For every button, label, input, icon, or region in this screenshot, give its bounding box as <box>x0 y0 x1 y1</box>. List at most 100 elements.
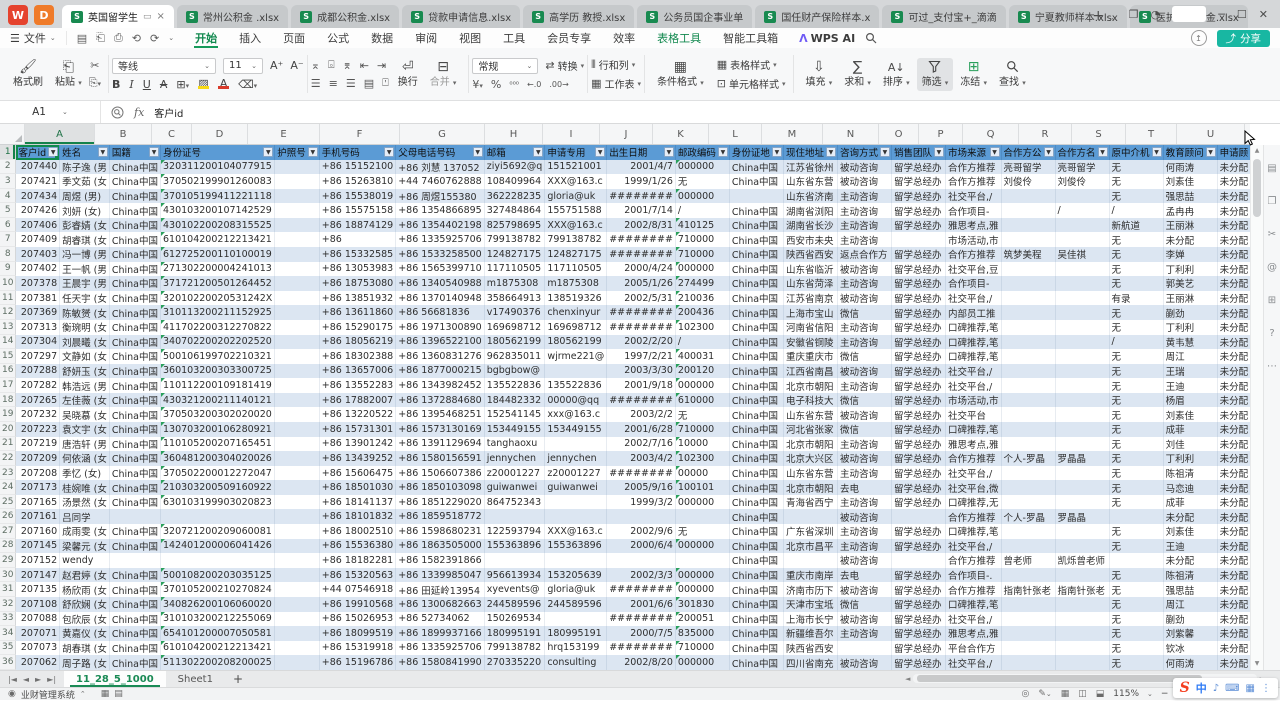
cell-Q7[interactable] <box>1002 232 1056 247</box>
document-tab[interactable]: S贷款申请信息.xlsx <box>402 5 520 28</box>
cell-P16[interactable]: 社交平台,/ <box>946 364 1002 379</box>
cell-F7[interactable]: +86 <box>320 232 396 247</box>
italic-button[interactable]: I <box>129 78 133 91</box>
cell-M19[interactable]: 山东省东营 <box>784 407 838 422</box>
cell-C16[interactable]: China中国 <box>110 364 161 379</box>
menu-item-视图[interactable]: 视图 <box>448 28 492 48</box>
cell-B28[interactable]: 梁馨元 (女 <box>60 539 110 554</box>
cell-H15[interactable]: 962835011 <box>485 349 546 364</box>
cell-B33[interactable]: 包欣辰 (女 <box>60 612 110 627</box>
column-header-A[interactable]: A <box>25 124 95 144</box>
cell-I34[interactable]: 180995191 <box>545 626 607 641</box>
filter-dropdown-icon[interactable]: ▼ <box>990 147 1000 157</box>
cell-U14[interactable]: 未分配 <box>1218 335 1250 350</box>
formula-search-icon[interactable] <box>111 106 124 119</box>
cell-R10[interactable] <box>1056 276 1110 291</box>
cell-D28[interactable]: 142401200006041426 <box>161 539 275 554</box>
cell-U17[interactable]: 未分配 <box>1218 378 1250 393</box>
cell-S14[interactable]: / <box>1110 335 1164 350</box>
underline-button[interactable]: U <box>143 78 151 91</box>
cell-U34[interactable]: 未分配 <box>1218 626 1250 641</box>
cell-P19[interactable]: 社交平台 <box>946 407 1002 422</box>
cell-S20[interactable]: 无 <box>1110 422 1164 437</box>
cell-S25[interactable]: 无 <box>1110 495 1164 510</box>
cell-L16[interactable]: China中国 <box>730 364 784 379</box>
cell-O33[interactable]: 留学总经办 <box>892 612 946 627</box>
cell-P33[interactable]: 社交平台,/ <box>946 612 1002 627</box>
cell-G13[interactable]: +86 1971300890 <box>396 320 485 335</box>
cell-F9[interactable]: +86 13053983 <box>320 262 396 277</box>
cell-H26[interactable] <box>485 509 546 524</box>
cell-C9[interactable]: China中国 <box>110 262 161 277</box>
cell-E35[interactable] <box>275 641 320 656</box>
cell-N14[interactable]: 主动咨询 <box>838 335 892 350</box>
row-header-27[interactable]: 27 <box>0 524 16 539</box>
cell-S23[interactable]: 无 <box>1110 466 1164 481</box>
cell-U25[interactable]: 未分配 <box>1218 495 1250 510</box>
cell-F29[interactable]: +86 18182281 <box>320 553 396 568</box>
cell-H4[interactable]: 362228235 <box>485 189 546 204</box>
row-header-18[interactable]: 18 <box>0 393 16 408</box>
cell-T17[interactable]: 王迪 <box>1164 378 1218 393</box>
decrease-decimal-icon[interactable]: .00→ <box>549 80 568 89</box>
row-header-7[interactable]: 7 <box>0 232 16 247</box>
increase-decimal-icon[interactable]: ←.0 <box>527 80 541 89</box>
cell-H14[interactable]: 180562199 <box>485 335 546 350</box>
cell-G5[interactable]: +86 1354866895 <box>396 203 485 218</box>
undo-icon[interactable]: ⟲ <box>132 32 141 45</box>
document-tab[interactable]: S高学历 教授.xlsx <box>523 5 634 28</box>
cell-J31[interactable]: ######## <box>607 582 676 597</box>
cell-O11[interactable]: 留学总经办 <box>892 291 946 306</box>
cell-F8[interactable]: +86 15332585 <box>320 247 396 262</box>
cell-H13[interactable]: 169698712 <box>485 320 546 335</box>
cell-B16[interactable]: 舒妍玉 (女 <box>60 364 110 379</box>
cell-K35[interactable]: 710000 <box>676 641 730 656</box>
select-all-corner[interactable] <box>0 124 25 144</box>
cell-B29[interactable]: wendy <box>60 553 110 568</box>
cell-C24[interactable]: China中国 <box>110 480 161 495</box>
cell-O3[interactable]: 留学总经办 <box>892 174 946 189</box>
column-header-C[interactable]: C <box>152 124 192 144</box>
cell-O4[interactable]: 留学总经办 <box>892 189 946 204</box>
cell-J33[interactable]: ######## <box>607 612 676 627</box>
cell-E25[interactable] <box>275 495 320 510</box>
cell-U8[interactable]: 未分配 <box>1218 247 1250 262</box>
menu-item-工具[interactable]: 工具 <box>492 28 536 48</box>
cell-H29[interactable] <box>485 553 546 568</box>
cell-Q25[interactable] <box>1002 495 1056 510</box>
cell-C2[interactable]: China中国 <box>110 160 161 175</box>
cell-F36[interactable]: +86 15196786 <box>320 655 396 670</box>
name-box[interactable]: A1 ⌄ <box>0 101 101 123</box>
filter-dropdown-icon[interactable]: ▼ <box>533 147 543 157</box>
cell-J12[interactable]: ######## <box>607 305 676 320</box>
cell-N3[interactable]: 被动咨询 <box>838 174 892 189</box>
font-name-select[interactable]: 等线⌄ <box>112 58 216 74</box>
cell-A31[interactable]: 207135 <box>16 582 60 597</box>
cell-C15[interactable]: China中国 <box>110 349 161 364</box>
column-header-K[interactable]: K <box>653 124 709 144</box>
cell-M29[interactable] <box>784 553 838 568</box>
cell-F33[interactable]: +86 15026953 <box>320 612 396 627</box>
cell-D27[interactable]: 320721200209060081 <box>161 524 275 539</box>
cell-U27[interactable]: 未分配 <box>1218 524 1250 539</box>
cell-A7[interactable]: 207409 <box>16 232 60 247</box>
document-tab[interactable]: S常州公积金 .xlsx <box>177 5 288 28</box>
row-header-4[interactable]: 4 <box>0 189 16 204</box>
ime-mic-icon[interactable]: ♪ <box>1213 683 1219 694</box>
cell-Q4[interactable] <box>1002 189 1056 204</box>
cell-U36[interactable]: 未分配 <box>1218 655 1250 670</box>
cell-K8[interactable]: 710000 <box>676 247 730 262</box>
cell-E19[interactable] <box>275 407 320 422</box>
header-cell-B1[interactable]: 姓名▼ <box>60 145 110 160</box>
cell-C29[interactable] <box>110 553 161 568</box>
cell-A33[interactable]: 207088 <box>16 612 60 627</box>
cell-J29[interactable] <box>607 553 676 568</box>
export-icon[interactable]: ⎗ <box>96 31 105 45</box>
column-header-F[interactable]: F <box>320 124 400 144</box>
cell-U35[interactable]: 未分配 <box>1218 641 1250 656</box>
cell-F22[interactable]: +86 13439252 <box>320 451 396 466</box>
cell-I23[interactable]: z20001227 <box>545 466 607 481</box>
cell-D19[interactable]: 370503200302020020 <box>161 407 275 422</box>
panel-more-icon[interactable]: ⋯ <box>1267 361 1277 372</box>
document-tab[interactable]: S英国留学生▭× <box>62 5 174 28</box>
